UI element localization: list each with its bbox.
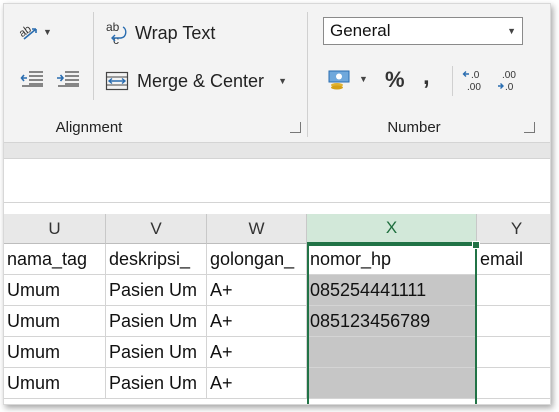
chevron-down-icon: ▼ — [359, 74, 368, 84]
orientation-button[interactable]: ab ▼ — [18, 18, 52, 46]
table-cell[interactable]: Umum — [4, 306, 106, 337]
table-cell[interactable] — [307, 368, 477, 399]
svg-text:.00: .00 — [467, 82, 481, 92]
table-cell[interactable]: Umum — [4, 368, 106, 399]
column-header-v[interactable]: V — [106, 214, 207, 244]
merge-center-button[interactable]: Merge & Center ▼ — [105, 66, 287, 96]
chevron-down-icon: ▼ — [507, 26, 516, 36]
svg-text:ab: ab — [106, 20, 120, 34]
formula-bar[interactable] — [4, 158, 550, 203]
increase-decimal-button[interactable]: .0 .00 — [462, 66, 490, 94]
column-header-w[interactable]: W — [207, 214, 307, 244]
ribbon-group-divider — [307, 12, 308, 137]
ribbon: ab ▼ ab c Wrap Text Merge & Center ▼ Ali… — [4, 4, 550, 143]
decrease-indent-icon — [20, 70, 44, 88]
increase-indent-icon — [56, 70, 80, 88]
table-cell[interactable]: A+ — [207, 275, 307, 306]
percent-style-button[interactable]: % — [385, 65, 405, 95]
header-cell[interactable]: nomor_hp — [307, 244, 477, 275]
header-cell[interactable]: email — [477, 244, 550, 275]
column-header-u[interactable]: U — [4, 214, 106, 244]
number-group-label: Number — [387, 119, 441, 136]
number-format-value: General — [330, 21, 391, 40]
alignment-dialog-launcher-icon[interactable] — [290, 122, 301, 133]
table-cell[interactable]: A+ — [207, 337, 307, 368]
accounting-format-button[interactable]: ▼ — [327, 65, 368, 93]
table-cell[interactable]: A+ — [207, 306, 307, 337]
orientation-icon: ab — [18, 21, 40, 43]
increase-indent-button[interactable] — [56, 66, 80, 92]
wrap-text-label: Wrap Text — [135, 22, 216, 43]
table-cell[interactable]: 085123456789 — [307, 306, 477, 337]
table-cell[interactable] — [477, 337, 550, 368]
table-cell[interactable] — [477, 275, 550, 306]
ribbon-divider — [93, 12, 94, 100]
table-cell[interactable] — [477, 306, 550, 337]
table-cell[interactable]: A+ — [207, 368, 307, 399]
svg-text:.0: .0 — [505, 82, 514, 92]
wrap-text-button[interactable]: ab c Wrap Text — [105, 18, 215, 48]
ribbon-collapse-strip — [4, 143, 550, 158]
table-cell[interactable]: Pasien Um — [106, 306, 207, 337]
table-cell[interactable]: Pasien Um — [106, 275, 207, 306]
header-cell[interactable]: deskripsi_ — [106, 244, 207, 275]
svg-text:.0: .0 — [471, 70, 480, 81]
chevron-down-icon: ▼ — [278, 76, 287, 86]
table-cell[interactable] — [307, 337, 477, 368]
header-cell[interactable]: golongan_ — [207, 244, 307, 275]
decrease-decimal-button[interactable]: .00 .0 — [496, 66, 524, 94]
excel-window-crop: ab ▼ ab c Wrap Text Merge & Center ▼ Ali… — [3, 3, 551, 405]
number-dialog-launcher-icon[interactable] — [524, 122, 535, 133]
ribbon-divider — [452, 66, 453, 96]
table-cell[interactable]: Umum — [4, 337, 106, 368]
table-cell[interactable]: Pasien Um — [106, 337, 207, 368]
comma-icon: , — [423, 63, 430, 90]
number-format-select[interactable]: General ▼ — [323, 17, 523, 45]
table-cell[interactable]: 085254441111 — [307, 275, 477, 306]
table-cell[interactable]: Umum — [4, 275, 106, 306]
percent-icon: % — [385, 67, 405, 92]
table-cell[interactable]: Pasien Um — [106, 368, 207, 399]
accounting-format-icon — [327, 68, 355, 90]
column-header-y[interactable]: Y — [477, 214, 550, 244]
fill-handle[interactable] — [472, 241, 480, 249]
merge-center-icon — [105, 71, 129, 91]
column-header-x[interactable]: X — [307, 214, 477, 244]
wrap-text-icon: ab c — [105, 20, 129, 46]
alignment-group-label: Alignment — [55, 119, 123, 136]
chevron-down-icon: ▼ — [43, 27, 52, 37]
table-cell[interactable] — [477, 368, 550, 399]
merge-center-label: Merge & Center — [137, 70, 265, 91]
comma-style-button[interactable]: , — [423, 62, 430, 92]
decrease-indent-button[interactable] — [20, 66, 44, 92]
svg-text:.00: .00 — [502, 70, 516, 81]
header-cell[interactable]: nama_tag — [4, 244, 106, 275]
increase-decimal-icon: .0 .00 — [462, 68, 490, 92]
decrease-decimal-icon: .00 .0 — [496, 68, 524, 92]
